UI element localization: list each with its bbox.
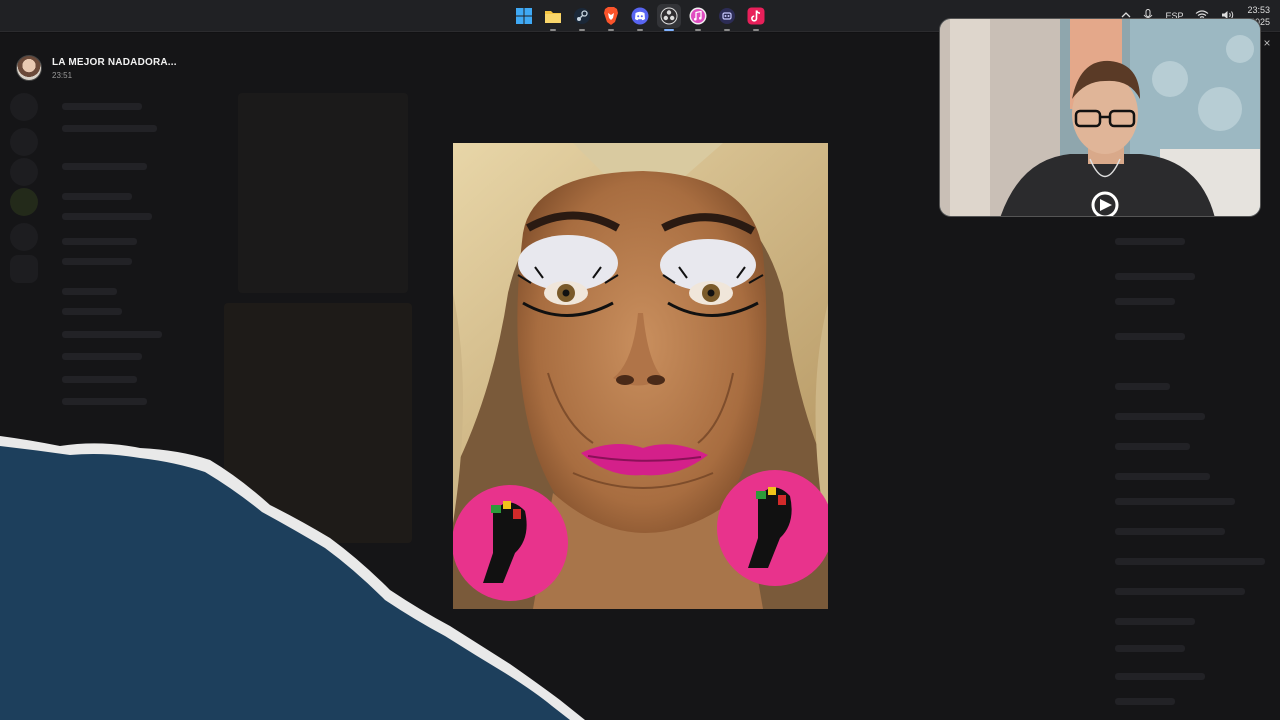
member-item	[1115, 645, 1185, 652]
server-icon	[10, 188, 38, 216]
member-item	[1115, 298, 1175, 305]
server-icon	[10, 158, 38, 186]
member-item	[1115, 698, 1175, 705]
screen: ESP 23:53 2025 LA MEJOR NADADORA... 23:5…	[0, 0, 1280, 720]
avatar[interactable]	[16, 55, 42, 81]
member-item	[1115, 473, 1210, 480]
viewer-meta: LA MEJOR NADADORA... 23:51	[52, 57, 177, 80]
member-item	[1115, 413, 1205, 420]
member-item	[1115, 588, 1245, 595]
channel-item	[62, 125, 157, 132]
member-item	[1115, 383, 1170, 390]
close-icon[interactable]: ×	[1260, 36, 1274, 50]
member-item	[1115, 528, 1225, 535]
server-icon	[10, 223, 38, 251]
server-icon	[10, 128, 38, 156]
channel-item	[62, 103, 142, 110]
viewer-title: LA MEJOR NADADORA...	[52, 56, 177, 68]
webcam-overlay	[939, 18, 1261, 217]
brave-browser-icon[interactable]	[599, 4, 623, 31]
portrait-illustration	[453, 143, 828, 609]
member-item	[1115, 618, 1195, 625]
image-viewer-header: LA MEJOR NADADORA... 23:51	[16, 55, 177, 81]
channel-item	[62, 376, 137, 383]
channel-item	[62, 193, 132, 200]
member-item	[1115, 673, 1205, 680]
server-icon	[10, 255, 38, 283]
member-item	[1115, 558, 1265, 565]
channel-item	[62, 398, 147, 405]
channel-item	[62, 258, 132, 265]
member-item	[1115, 238, 1185, 245]
member-item	[1115, 498, 1235, 505]
channel-item	[62, 331, 162, 338]
member-item	[1115, 333, 1185, 340]
windows-start-icon[interactable]	[512, 4, 536, 28]
obs-icon[interactable]	[657, 4, 681, 31]
viewer-timestamp: 23:51	[52, 70, 73, 80]
channel-item	[62, 353, 142, 360]
chat-image-preview	[238, 93, 408, 293]
channel-item	[62, 308, 122, 315]
member-item	[1115, 443, 1190, 450]
member-item	[1115, 273, 1195, 280]
webcam-feed	[940, 19, 1260, 216]
itunes-icon[interactable]	[686, 4, 710, 31]
tiktok-icon[interactable]	[744, 4, 768, 31]
channel-item	[62, 213, 152, 220]
channel-item	[62, 288, 117, 295]
discord-icon[interactable]	[628, 4, 652, 31]
media-icon[interactable]	[715, 4, 739, 31]
chat-image-preview	[224, 303, 412, 543]
clock-time: 23:53	[1247, 5, 1270, 15]
viewed-image[interactable]	[453, 143, 828, 609]
file-explorer-icon[interactable]	[541, 4, 565, 31]
channel-item	[62, 163, 147, 170]
taskbar-apps	[512, 4, 768, 31]
steam-icon[interactable]	[570, 4, 594, 31]
channel-item	[62, 238, 137, 245]
server-icon	[10, 93, 38, 121]
